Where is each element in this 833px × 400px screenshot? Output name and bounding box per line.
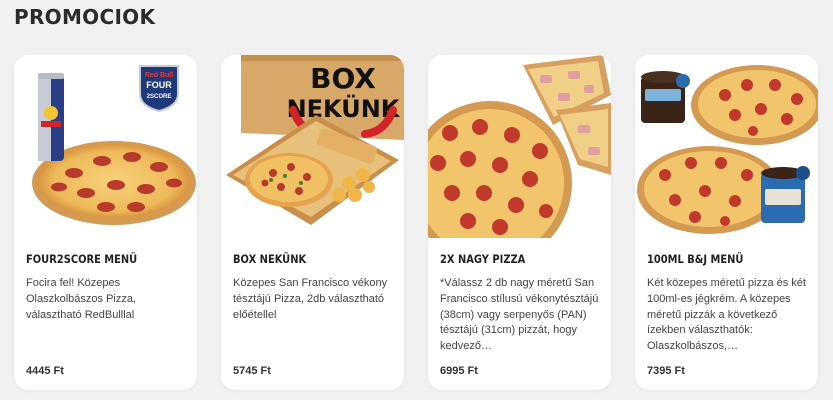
promo-name: 100ML B&J MENÜ: [647, 252, 744, 266]
promo-description: Két közepes méretű pizza és két 100ml-es…: [647, 277, 806, 353]
promo-price: 6995 Ft: [440, 365, 478, 377]
promo-image-2x-nagy-pizza: [428, 55, 611, 238]
promo-name: 2X NAGY PIZZA: [440, 252, 526, 266]
svg-text:NEKÜNK: NEKÜNK: [287, 93, 401, 123]
svg-text:FOUR: FOUR: [146, 80, 172, 90]
promo-card-100ml-bj[interactable]: 100ML B&J MENÜ Két közepes méretű pizza …: [635, 55, 818, 390]
promo-name: FOUR2SCORE MENÜ: [26, 252, 138, 266]
ice-cream-tub-icon: [641, 71, 690, 123]
ice-cream-tub-icon: [761, 166, 810, 223]
promo-price: 4445 Ft: [26, 365, 64, 377]
promo-description: Közepes San Francisco vékony tésztájú Pi…: [233, 277, 388, 321]
svg-text:BOX: BOX: [310, 62, 376, 95]
promo-description: Focira fel! Közepes Olaszkolbászos Pizza…: [26, 277, 137, 321]
svg-text:2SCORE: 2SCORE: [147, 94, 172, 100]
redbull-can-icon: [38, 73, 64, 161]
promo-description: *Válassz 2 db nagy méretű San Francisco …: [440, 277, 599, 353]
svg-text:Red Bull: Red Bull: [145, 72, 173, 79]
promo-card-box-nekunk[interactable]: BOX NEKÜNK BOX NEKÜNK Közepes San Franci…: [221, 55, 404, 390]
four2score-badge-icon: Red Bull FOUR 2SCORE: [139, 65, 179, 113]
promo-image-100ml-bj: [635, 55, 818, 238]
promo-image-box-nekunk: BOX NEKÜNK: [221, 55, 404, 238]
promo-name: BOX NEKÜNK: [233, 252, 307, 266]
promo-card-2x-nagy-pizza[interactable]: 2X NAGY PIZZA *Válassz 2 db nagy méretű …: [428, 55, 611, 390]
promo-price: 7395 Ft: [647, 365, 685, 377]
page-title: PROMOCIOK: [14, 5, 156, 29]
promo-image-four2score: Red Bull FOUR 2SCORE: [14, 55, 197, 238]
promo-price: 5745 Ft: [233, 365, 271, 377]
promo-card-four2score[interactable]: Red Bull FOUR 2SCORE FOUR2SCORE MENÜ Foc…: [14, 55, 197, 390]
